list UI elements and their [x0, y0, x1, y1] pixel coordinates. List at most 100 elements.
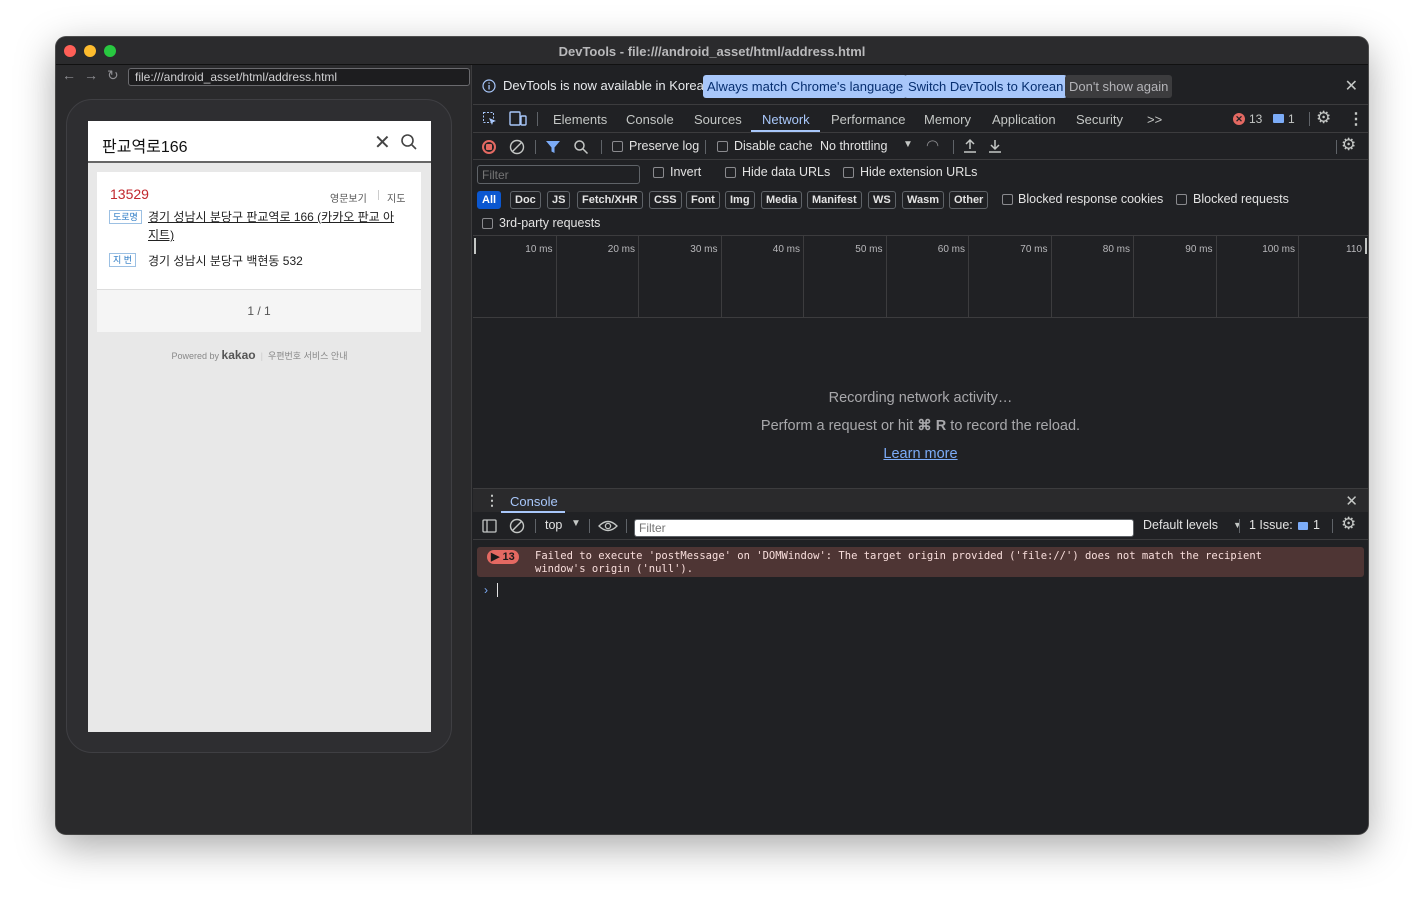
tab-security[interactable]: Security [1076, 112, 1123, 127]
hide-data-urls-checkbox[interactable] [725, 167, 736, 178]
timeline-gridline [1215, 236, 1217, 317]
timeline-end-handle[interactable] [1365, 238, 1367, 254]
road-address-line2[interactable]: 지트) [148, 226, 174, 244]
network-overview-timeline[interactable]: 10 ms 20 ms 30 ms 40 ms 50 ms 60 ms 70 ms 80 ms… [473, 236, 1368, 318]
switch-korean-button[interactable]: Switch DevTools to Korean [904, 75, 1068, 98]
postcode-search-bar[interactable]: 판교역로166 ✕ [88, 121, 431, 163]
type-filter-fetch-xhr[interactable]: Fetch/XHR [577, 191, 643, 209]
context-chevron-icon[interactable]: ▼ [571, 518, 581, 529]
device-pane: ← → ↻ file:///android_asset/html/address… [56, 65, 472, 834]
levels-chevron-icon[interactable]: ▼ [1233, 520, 1242, 530]
network-filter-input[interactable] [477, 165, 640, 184]
english-view-link[interactable]: 영문보기 [330, 190, 367, 205]
network-toolbar: Preserve log Disable cache No throttling… [473, 133, 1368, 160]
console-toolbar: top ▼ Default levels ▼ 1 Issue: 1 ⚙ [473, 512, 1368, 540]
console-settings-icon[interactable]: ⚙ [1341, 514, 1356, 534]
throttling-select[interactable]: No throttling [820, 139, 887, 153]
timeline-gridline [803, 236, 804, 317]
error-repeat-badge: ▶ 13 [487, 550, 519, 564]
tab-performance[interactable]: Performance [831, 112, 905, 127]
network-filter-bar: Invert Hide data URLs Hide extension URL… [473, 160, 1368, 236]
blocked-requests-checkbox[interactable] [1176, 194, 1187, 205]
match-language-button[interactable]: Always match Chrome's language [703, 75, 908, 98]
console-input[interactable] [497, 583, 498, 597]
export-har-icon[interactable] [988, 138, 1002, 154]
type-filter-wasm[interactable]: Wasm [902, 191, 944, 209]
address-result[interactable]: 13529 영문보기 지도 도로명 경기 성남시 분당구 판교역로 166 (카… [97, 172, 421, 290]
third-party-checkbox[interactable] [482, 218, 493, 229]
console-error-message[interactable]: ▶ 13 Failed to execute 'postMessage' on … [477, 547, 1364, 577]
learn-more-link[interactable]: Learn more [883, 446, 957, 462]
drawer-menu-icon[interactable]: ⋮ [485, 492, 499, 509]
more-tabs-icon[interactable]: >> [1147, 112, 1162, 127]
search-query[interactable]: 판교역로166 [102, 133, 188, 157]
tab-sources[interactable]: Sources [694, 112, 742, 127]
context-select[interactable]: top [545, 518, 562, 532]
devtools-tabbar: Elements Console Sources Network Perform… [473, 105, 1368, 133]
type-filter-media[interactable]: Media [761, 191, 803, 209]
type-filter-all[interactable]: All [477, 191, 502, 209]
road-address-line1[interactable]: 경기 성남시 분당구 판교역로 166 (카카오 판교 아 [148, 208, 394, 226]
network-settings-icon[interactable]: ⚙ [1341, 135, 1356, 155]
drawer-tab-console[interactable]: Console [510, 494, 558, 509]
network-conditions-icon[interactable]: ◠ [926, 136, 939, 154]
blocked-cookies-checkbox[interactable] [1002, 194, 1013, 205]
type-filter-doc[interactable]: Doc [510, 191, 541, 209]
inspect-element-icon[interactable] [482, 111, 498, 127]
invert-label: Invert [670, 165, 702, 179]
settings-gear-icon[interactable]: ⚙ [1316, 108, 1331, 128]
type-filter-img[interactable]: Img [725, 191, 755, 209]
record-stop-icon[interactable] [482, 140, 496, 154]
device-toolbar-icon[interactable] [509, 111, 527, 127]
timeline-start-handle[interactable] [474, 238, 476, 254]
type-filter-js[interactable]: JS [547, 191, 571, 209]
tab-memory[interactable]: Memory [924, 112, 971, 127]
disable-cache-checkbox[interactable] [717, 141, 728, 152]
close-infobar-icon[interactable]: ✕ [1345, 76, 1358, 96]
import-har-icon[interactable] [963, 138, 977, 154]
issues-label[interactable]: 1 Issue: [1249, 518, 1293, 532]
issues-count[interactable]: 1 [1313, 518, 1320, 532]
live-expression-eye-icon[interactable] [598, 519, 618, 533]
powered-by-label: Powered by [171, 351, 220, 361]
search-icon[interactable] [400, 133, 418, 151]
close-drawer-icon[interactable]: ✕ [1345, 492, 1358, 510]
console-filter-input[interactable] [634, 519, 1134, 537]
sidebar-toggle-icon[interactable] [482, 519, 497, 533]
tab-network[interactable]: Network [762, 112, 810, 127]
url-field[interactable]: file:///android_asset/html/address.html [128, 68, 470, 86]
service-info-link[interactable]: 우편번호 서비스 안내 [268, 351, 348, 361]
clear-log-icon[interactable] [509, 139, 525, 155]
preserve-log-label: Preserve log [629, 139, 700, 153]
type-filter-other[interactable]: Other [949, 191, 989, 209]
timeline-tick-label: 50 ms [855, 244, 883, 255]
more-options-icon[interactable]: ⋮ [1348, 109, 1364, 129]
reload-icon[interactable]: ↻ [107, 67, 119, 84]
map-link[interactable]: 지도 [387, 190, 405, 205]
type-filter-manifest[interactable]: Manifest [807, 191, 862, 209]
tab-elements[interactable]: Elements [553, 112, 607, 127]
record-hint: Perform a request or hit ⌘ R to record t… [473, 418, 1368, 434]
chevron-down-icon[interactable]: ▼ [903, 139, 913, 150]
clear-icon[interactable]: ✕ [374, 130, 391, 155]
search-network-icon[interactable] [573, 139, 589, 155]
hide-extension-urls-checkbox[interactable] [843, 167, 854, 178]
tab-console[interactable]: Console [626, 112, 674, 127]
error-count[interactable]: 13 [1249, 112, 1262, 126]
log-levels-select[interactable]: Default levels [1143, 518, 1218, 532]
clear-console-icon[interactable] [509, 518, 525, 534]
invert-checkbox[interactable] [653, 167, 664, 178]
forward-icon[interactable]: → [84, 67, 98, 83]
back-icon[interactable]: ← [62, 67, 76, 83]
preserve-log-checkbox[interactable] [612, 141, 623, 152]
console-prompt-icon: › [484, 583, 488, 597]
filter-funnel-icon[interactable] [545, 139, 561, 155]
type-filter-css[interactable]: CSS [649, 191, 682, 209]
dont-show-again-button[interactable]: Don't show again [1065, 75, 1173, 98]
record-shortcut: ⌘ R [917, 418, 947, 434]
tab-application[interactable]: Application [992, 112, 1056, 127]
type-filter-font[interactable]: Font [686, 191, 720, 209]
message-count[interactable]: 1 [1288, 112, 1295, 126]
jibun-address[interactable]: 경기 성남시 분당구 백현동 532 [148, 252, 303, 270]
type-filter-ws[interactable]: WS [868, 191, 896, 209]
